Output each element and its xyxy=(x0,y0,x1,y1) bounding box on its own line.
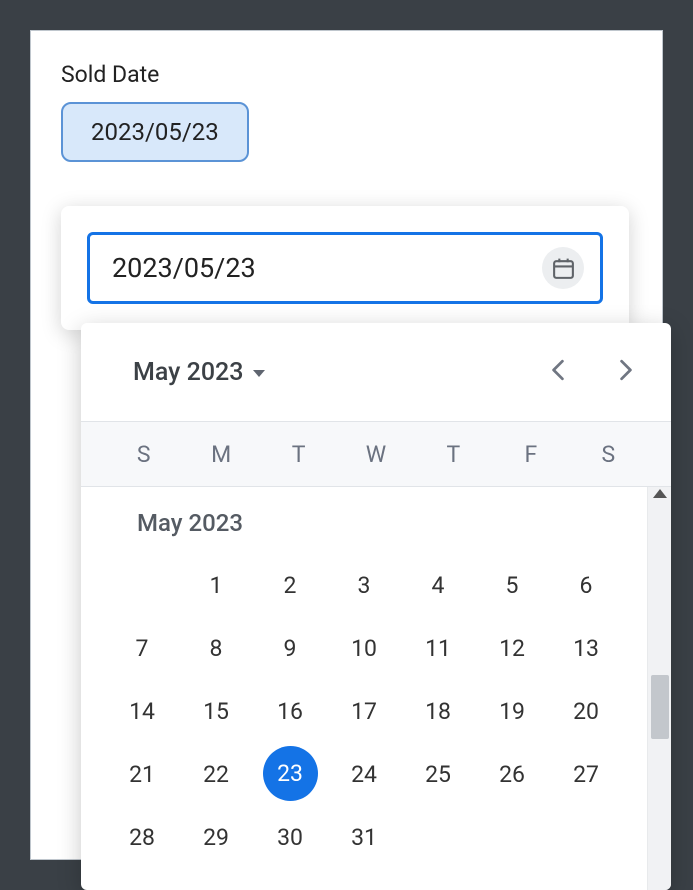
weekday-sat: S xyxy=(570,441,647,468)
day-16[interactable]: 16 xyxy=(253,683,327,739)
weekday-sun: S xyxy=(105,441,182,468)
day-28[interactable]: 28 xyxy=(105,809,179,865)
sold-date-label: Sold Date xyxy=(61,61,662,88)
day-29[interactable]: 29 xyxy=(179,809,253,865)
day-12[interactable]: 12 xyxy=(475,620,549,676)
day-15[interactable]: 15 xyxy=(179,683,253,739)
prev-month-button[interactable] xyxy=(543,351,573,393)
weekday-tue: T xyxy=(260,441,337,468)
day-10[interactable]: 10 xyxy=(327,620,401,676)
calendar-month-label: May 2023 xyxy=(105,501,623,557)
day-14[interactable]: 14 xyxy=(105,683,179,739)
date-input-value: 2023/05/23 xyxy=(112,252,256,284)
day-13[interactable]: 13 xyxy=(549,620,623,676)
scroll-thumb[interactable] xyxy=(651,675,669,739)
weekday-header: S M T W T F S xyxy=(81,421,671,487)
day-1[interactable]: 1 xyxy=(179,557,253,613)
chevron-down-icon xyxy=(253,370,265,377)
chevron-left-icon xyxy=(551,359,565,381)
day-21[interactable]: 21 xyxy=(105,746,179,802)
day-2[interactable]: 2 xyxy=(253,557,327,613)
day-3[interactable]: 3 xyxy=(327,557,401,613)
day-5[interactable]: 5 xyxy=(475,557,549,613)
day-4[interactable]: 4 xyxy=(401,557,475,613)
form-panel: Sold Date 2023/05/23 2023/05/23 May 2023 xyxy=(30,30,663,860)
calendar-icon xyxy=(551,256,576,281)
day-17[interactable]: 17 xyxy=(327,683,401,739)
weekday-wed: W xyxy=(337,441,414,468)
day-7[interactable]: 7 xyxy=(105,620,179,676)
calendar-scroll-area[interactable]: May 2023 1234567891011121314151617181920… xyxy=(81,487,647,890)
day-6[interactable]: 6 xyxy=(549,557,623,613)
day-26[interactable]: 26 xyxy=(475,746,549,802)
day-23[interactable]: 23 xyxy=(263,746,318,801)
day-11[interactable]: 11 xyxy=(401,620,475,676)
weekday-thu: T xyxy=(415,441,492,468)
calendar-header: May 2023 xyxy=(81,323,671,421)
day-30[interactable]: 30 xyxy=(253,809,327,865)
scroll-up-icon xyxy=(653,489,667,498)
month-select-label: May 2023 xyxy=(133,358,243,387)
days-grid: 1234567891011121314151617181920212223242… xyxy=(105,557,623,865)
day-blank xyxy=(105,557,179,613)
day-31[interactable]: 31 xyxy=(327,809,401,865)
day-22[interactable]: 22 xyxy=(179,746,253,802)
day-24[interactable]: 24 xyxy=(327,746,401,802)
sold-date-chip[interactable]: 2023/05/23 xyxy=(61,102,249,162)
scrollbar[interactable] xyxy=(647,487,671,890)
weekday-mon: M xyxy=(182,441,259,468)
next-month-button[interactable] xyxy=(611,351,641,393)
calendar-dropdown: May 2023 S M T W T F S May 2023 xyxy=(81,323,671,890)
chevron-right-icon xyxy=(619,359,633,381)
day-19[interactable]: 19 xyxy=(475,683,549,739)
day-18[interactable]: 18 xyxy=(401,683,475,739)
day-25[interactable]: 25 xyxy=(401,746,475,802)
date-input[interactable]: 2023/05/23 xyxy=(87,232,603,304)
calendar-nav xyxy=(543,351,649,393)
day-27[interactable]: 27 xyxy=(549,746,623,802)
open-calendar-button[interactable] xyxy=(542,247,584,289)
day-20[interactable]: 20 xyxy=(549,683,623,739)
day-8[interactable]: 8 xyxy=(179,620,253,676)
date-input-popover: 2023/05/23 xyxy=(61,206,629,330)
day-9[interactable]: 9 xyxy=(253,620,327,676)
month-select-button[interactable]: May 2023 xyxy=(133,358,265,387)
weekday-fri: F xyxy=(492,441,569,468)
calendar-body: May 2023 1234567891011121314151617181920… xyxy=(81,487,671,890)
